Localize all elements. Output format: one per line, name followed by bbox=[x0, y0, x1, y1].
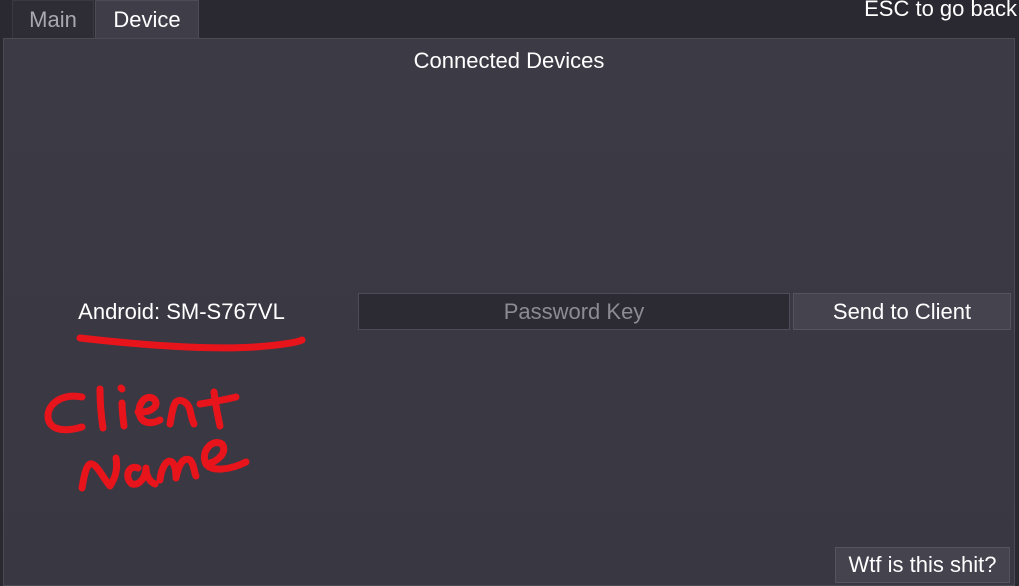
device-name: Android: SM-S767VL bbox=[78, 299, 285, 324]
tab-device[interactable]: Device bbox=[95, 0, 199, 38]
password-key-input[interactable] bbox=[358, 293, 790, 330]
device-row: Android: SM-S767VL Send to Client bbox=[4, 292, 1014, 332]
help-button[interactable]: Wtf is this shit? bbox=[835, 547, 1010, 583]
esc-hint: ESC to go back bbox=[864, 0, 1017, 21]
tab-main[interactable]: Main bbox=[12, 0, 94, 38]
tab-bar: Main Device ESC to go back bbox=[0, 0, 1019, 40]
send-to-client-button[interactable]: Send to Client bbox=[793, 293, 1011, 330]
device-panel: Connected Devices Android: SM-S767VL Sen… bbox=[3, 38, 1015, 586]
panel-title: Connected Devices bbox=[413, 48, 605, 73]
